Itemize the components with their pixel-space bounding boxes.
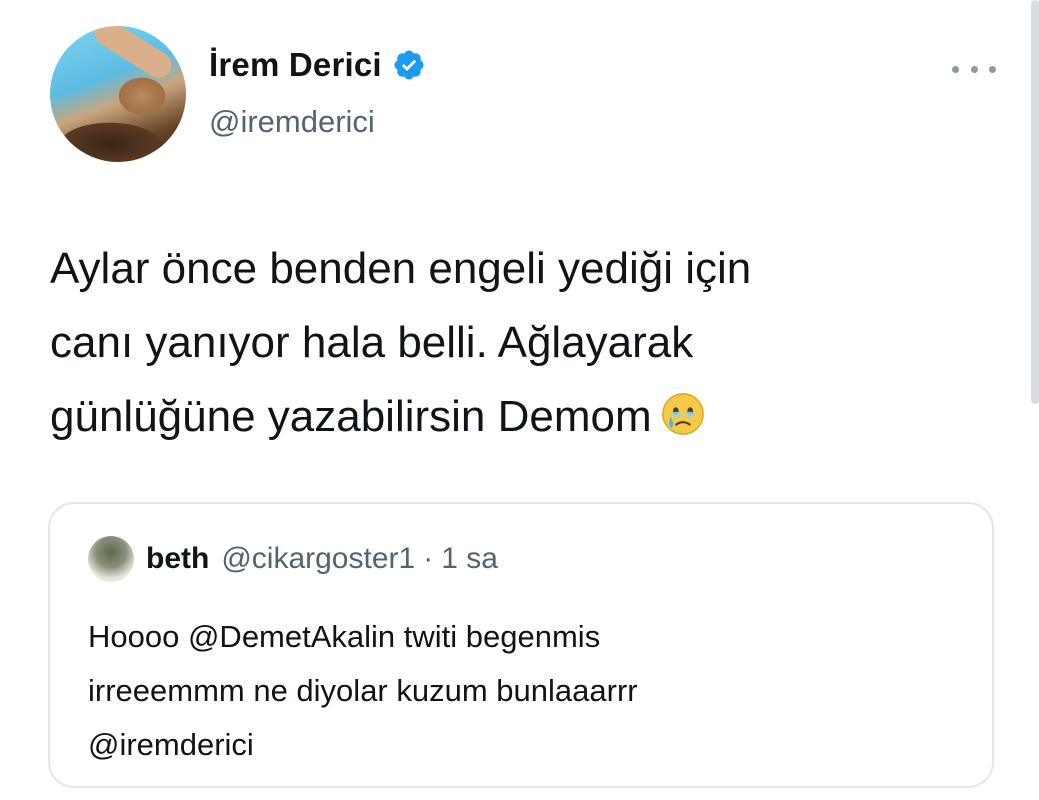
separator-dot: · — [423, 542, 434, 575]
face-holding-back-tears-icon — [661, 393, 704, 435]
author-display-name[interactable]: İrem Derici — [209, 46, 382, 84]
quoted-tweet-text: Hoooo @DemetAkalin twiti begenmis irreee… — [88, 610, 968, 772]
quoted-tweet-time[interactable]: 1 sa — [441, 542, 498, 576]
quoted-tweet-header: beth @cikargoster1 · 1 sa — [146, 542, 498, 576]
tweet-text-line-last: günlüğüne yazabilirsin Demom — [50, 380, 980, 454]
author-handle[interactable]: @iremderici — [209, 104, 375, 140]
avatar-photo-detail — [89, 26, 177, 83]
verified-badge-icon — [394, 50, 424, 80]
quoted-author-avatar[interactable] — [88, 536, 134, 582]
tweet-text-line: Aylar önce benden engeli yediği için — [50, 244, 752, 293]
tweet-text-line-content: günlüğüne yazabilirsin Demom — [50, 392, 652, 441]
more-options-icon[interactable] — [952, 54, 996, 84]
tweet-card: İrem Derici @iremderici Aylar önce bende… — [0, 0, 1039, 800]
tweet-text: Aylar önce benden engeli yediği için can… — [50, 232, 980, 454]
author-name-row: İrem Derici — [209, 46, 426, 84]
scrollbar-thumb[interactable] — [1031, 0, 1039, 404]
quoted-author-handle[interactable]: @cikargoster1 — [221, 542, 415, 576]
quoted-text-line: Hoooo @DemetAkalin twiti begenmis — [88, 619, 601, 654]
author-avatar[interactable] — [50, 26, 186, 162]
quoted-tweet[interactable]: beth @cikargoster1 · 1 sa Hoooo @DemetAk… — [48, 502, 994, 788]
quoted-text-line: @iremderici — [88, 727, 254, 762]
tweet-text-line: canı yanıyor hala belli. Ağlayarak — [50, 318, 694, 367]
quoted-author-name[interactable]: beth — [146, 542, 209, 576]
quoted-text-line: irreeemmm ne diyolar kuzum bunlaaarrr — [88, 673, 638, 708]
